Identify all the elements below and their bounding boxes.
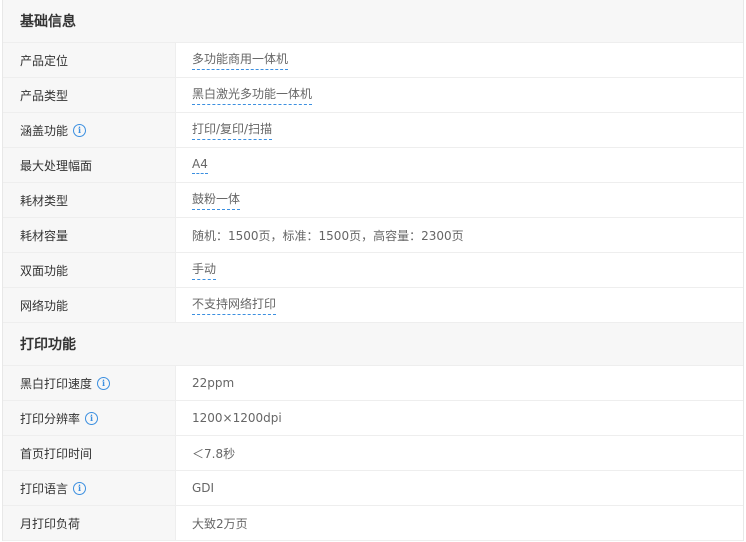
- spec-value: ＜7.8秒: [176, 436, 743, 470]
- spec-value-text: 随机：1500页，标准：1500页，高容量：2300页: [192, 228, 464, 243]
- spec-row-print-resolution: 打印分辨率 i 1200×1200dpi: [3, 401, 743, 436]
- spec-label: 黑白打印速度 i: [3, 366, 176, 400]
- spec-label: 涵盖功能 i: [3, 113, 176, 147]
- spec-row-first-page-time: 首页打印时间 ＜7.8秒: [3, 436, 743, 471]
- section-title: 基础信息: [20, 14, 76, 30]
- spec-row-print-language: 打印语言 i GDI: [3, 471, 743, 506]
- spec-row-consumable-capacity: 耗材容量 随机：1500页，标准：1500页，高容量：2300页: [3, 218, 743, 253]
- spec-row-duplex: 双面功能 手动: [3, 253, 743, 288]
- spec-label: 打印语言 i: [3, 471, 176, 505]
- info-icon[interactable]: i: [73, 123, 87, 137]
- spec-value: 不支持网络打印: [176, 288, 743, 322]
- spec-label: 产品定位: [3, 43, 176, 77]
- spec-value-text: 22ppm: [192, 376, 235, 390]
- spec-row-product-type: 产品类型 黑白激光多功能一体机: [3, 78, 743, 113]
- spec-table: 基础信息 产品定位 多功能商用一体机 产品类型 黑白激光多功能一体机 涵盖功能 …: [2, 0, 744, 541]
- spec-value: 手动: [176, 253, 743, 287]
- spec-value-link[interactable]: 打印/复印/扫描: [192, 120, 273, 140]
- spec-label: 双面功能: [3, 253, 176, 287]
- spec-label: 网络功能: [3, 288, 176, 322]
- section-header-print-functions: 打印功能: [3, 323, 743, 366]
- spec-label: 月打印负荷: [3, 506, 176, 540]
- info-icon[interactable]: i: [97, 376, 111, 390]
- section-title: 打印功能: [20, 337, 76, 353]
- spec-label: 产品类型: [3, 78, 176, 112]
- spec-value-link[interactable]: 不支持网络打印: [192, 295, 277, 315]
- spec-label: 耗材容量: [3, 218, 176, 252]
- spec-row-network: 网络功能 不支持网络打印: [3, 288, 743, 323]
- spec-value: A4: [176, 148, 743, 182]
- spec-value: GDI: [176, 471, 743, 505]
- info-icon[interactable]: i: [85, 411, 99, 425]
- spec-value: 随机：1500页，标准：1500页，高容量：2300页: [176, 218, 743, 252]
- spec-value: 黑白激光多功能一体机: [176, 78, 743, 112]
- info-icon[interactable]: i: [73, 481, 87, 495]
- spec-row-max-paper-size: 最大处理幅面 A4: [3, 148, 743, 183]
- spec-label: 首页打印时间: [3, 436, 176, 470]
- spec-value-text: 大致2万页: [192, 516, 248, 531]
- spec-value-text: 1200×1200dpi: [192, 411, 282, 425]
- spec-value: 多功能商用一体机: [176, 43, 743, 77]
- spec-row-monthly-duty-cycle: 月打印负荷 大致2万页: [3, 506, 743, 541]
- section-header-basic-info: 基础信息: [3, 0, 743, 43]
- spec-value-link[interactable]: 手动: [192, 260, 217, 280]
- spec-value-link[interactable]: A4: [192, 157, 208, 174]
- spec-value-text: GDI: [192, 481, 215, 495]
- spec-value: 鼓粉一体: [176, 183, 743, 217]
- spec-row-functions: 涵盖功能 i 打印/复印/扫描: [3, 113, 743, 148]
- spec-row-bw-print-speed: 黑白打印速度 i 22ppm: [3, 366, 743, 401]
- spec-value: 22ppm: [176, 366, 743, 400]
- spec-value: 1200×1200dpi: [176, 401, 743, 435]
- spec-value: 大致2万页: [176, 506, 743, 540]
- spec-value: 打印/复印/扫描: [176, 113, 743, 147]
- spec-label: 打印分辨率 i: [3, 401, 176, 435]
- spec-value-text: ＜7.8秒: [192, 446, 236, 461]
- spec-value-link[interactable]: 鼓粉一体: [192, 190, 241, 210]
- spec-row-consumable-type: 耗材类型 鼓粉一体: [3, 183, 743, 218]
- spec-row-product-positioning: 产品定位 多功能商用一体机: [3, 43, 743, 78]
- spec-label: 耗材类型: [3, 183, 176, 217]
- spec-value-link[interactable]: 多功能商用一体机: [192, 50, 289, 70]
- spec-value-link[interactable]: 黑白激光多功能一体机: [192, 85, 313, 105]
- spec-label: 最大处理幅面: [3, 148, 176, 182]
